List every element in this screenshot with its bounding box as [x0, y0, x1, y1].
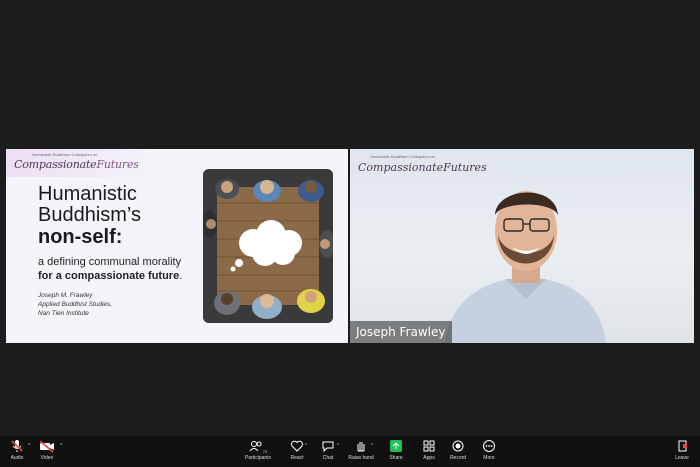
chat-button[interactable]: Chat [311, 439, 345, 461]
chat-options-chevron-icon[interactable]: ^ [337, 443, 339, 449]
share-screen-icon [390, 440, 402, 452]
share-label: Share [389, 455, 403, 461]
slide-brand-caption: Humanistic Buddhism Colloquium on [32, 152, 98, 157]
audio-label: Audio [10, 455, 24, 461]
more-icon [483, 440, 495, 452]
slide-affiliation1: Applied Buddhist Studies, [38, 301, 113, 308]
hand-icon [357, 442, 365, 452]
speaker-video-tile[interactable]: Humanistic Buddhism Colloquium on Compas… [350, 149, 694, 343]
record-icon [452, 440, 464, 452]
participants-button[interactable]: 73 Participants [241, 439, 275, 461]
video-camera-muted-icon [39, 440, 54, 453]
slide-title-line2: Buddhism’s [38, 204, 142, 226]
shared-slide[interactable]: Humanistic Buddhism Colloquium on Compas… [6, 149, 348, 343]
record-button[interactable]: Record [441, 439, 475, 461]
participants-icon [249, 441, 262, 452]
slide-brand-logo: CompassionateFutures [14, 158, 139, 171]
video-button[interactable]: Video [30, 439, 64, 461]
slide-title-line3: non-self: [38, 226, 123, 248]
record-label: Record [449, 455, 467, 461]
raise-hand-label: Raise hand [348, 455, 374, 461]
chat-label: Chat [322, 455, 334, 461]
participants-label: Participants [244, 455, 272, 461]
chat-bubble-icon [322, 441, 334, 453]
leave-button[interactable]: Leave [665, 439, 699, 461]
raise-hand-options-chevron-icon[interactable]: ^ [371, 443, 373, 449]
table-meeting-illustration [203, 169, 333, 323]
table-meeting-photo [203, 169, 333, 323]
slide-brand-word1: Compassionate [14, 158, 97, 171]
react-label: React [290, 455, 304, 461]
share-button[interactable]: Share [379, 439, 413, 461]
react-options-chevron-icon[interactable]: ^ [305, 443, 307, 449]
slide-brand-word2: Futures [96, 158, 139, 171]
meeting-stage: Humanistic Buddhism Colloquium on Compas… [0, 0, 700, 436]
slide-subtitle-line2: for a compassionate future. [38, 270, 182, 282]
more-button[interactable]: More [472, 439, 506, 461]
more-label: More [483, 455, 495, 461]
slide-subtitle-line1: a defining communal morality [38, 256, 182, 268]
speaker-video-feed [445, 191, 606, 343]
participants-count: 73 [262, 449, 268, 454]
leave-icon [678, 440, 687, 452]
participants-icon-wrap: 73 [241, 439, 275, 454]
apps-icon [423, 440, 435, 452]
slide-title-line1: Humanistic [38, 183, 137, 205]
speaker-name-tag: Joseph Frawley [350, 321, 452, 343]
microphone-muted-icon [11, 440, 23, 452]
heart-icon [290, 440, 304, 452]
slide-subtitle-bold: for a compassionate future [38, 270, 180, 282]
video-options-chevron-icon[interactable]: ^ [60, 443, 62, 449]
meeting-toolbar: Audio ^ Video ^ 73 Participants React ^ [0, 436, 700, 467]
video-label: Video [40, 455, 54, 461]
slide-subtitle-period: . [179, 270, 183, 282]
leave-label: Leave [675, 455, 689, 461]
slide-affiliation2: Nan Tien Institute [38, 310, 89, 317]
slide-author: Joseph M. Frawley [38, 292, 93, 299]
react-button[interactable]: React [280, 439, 314, 461]
